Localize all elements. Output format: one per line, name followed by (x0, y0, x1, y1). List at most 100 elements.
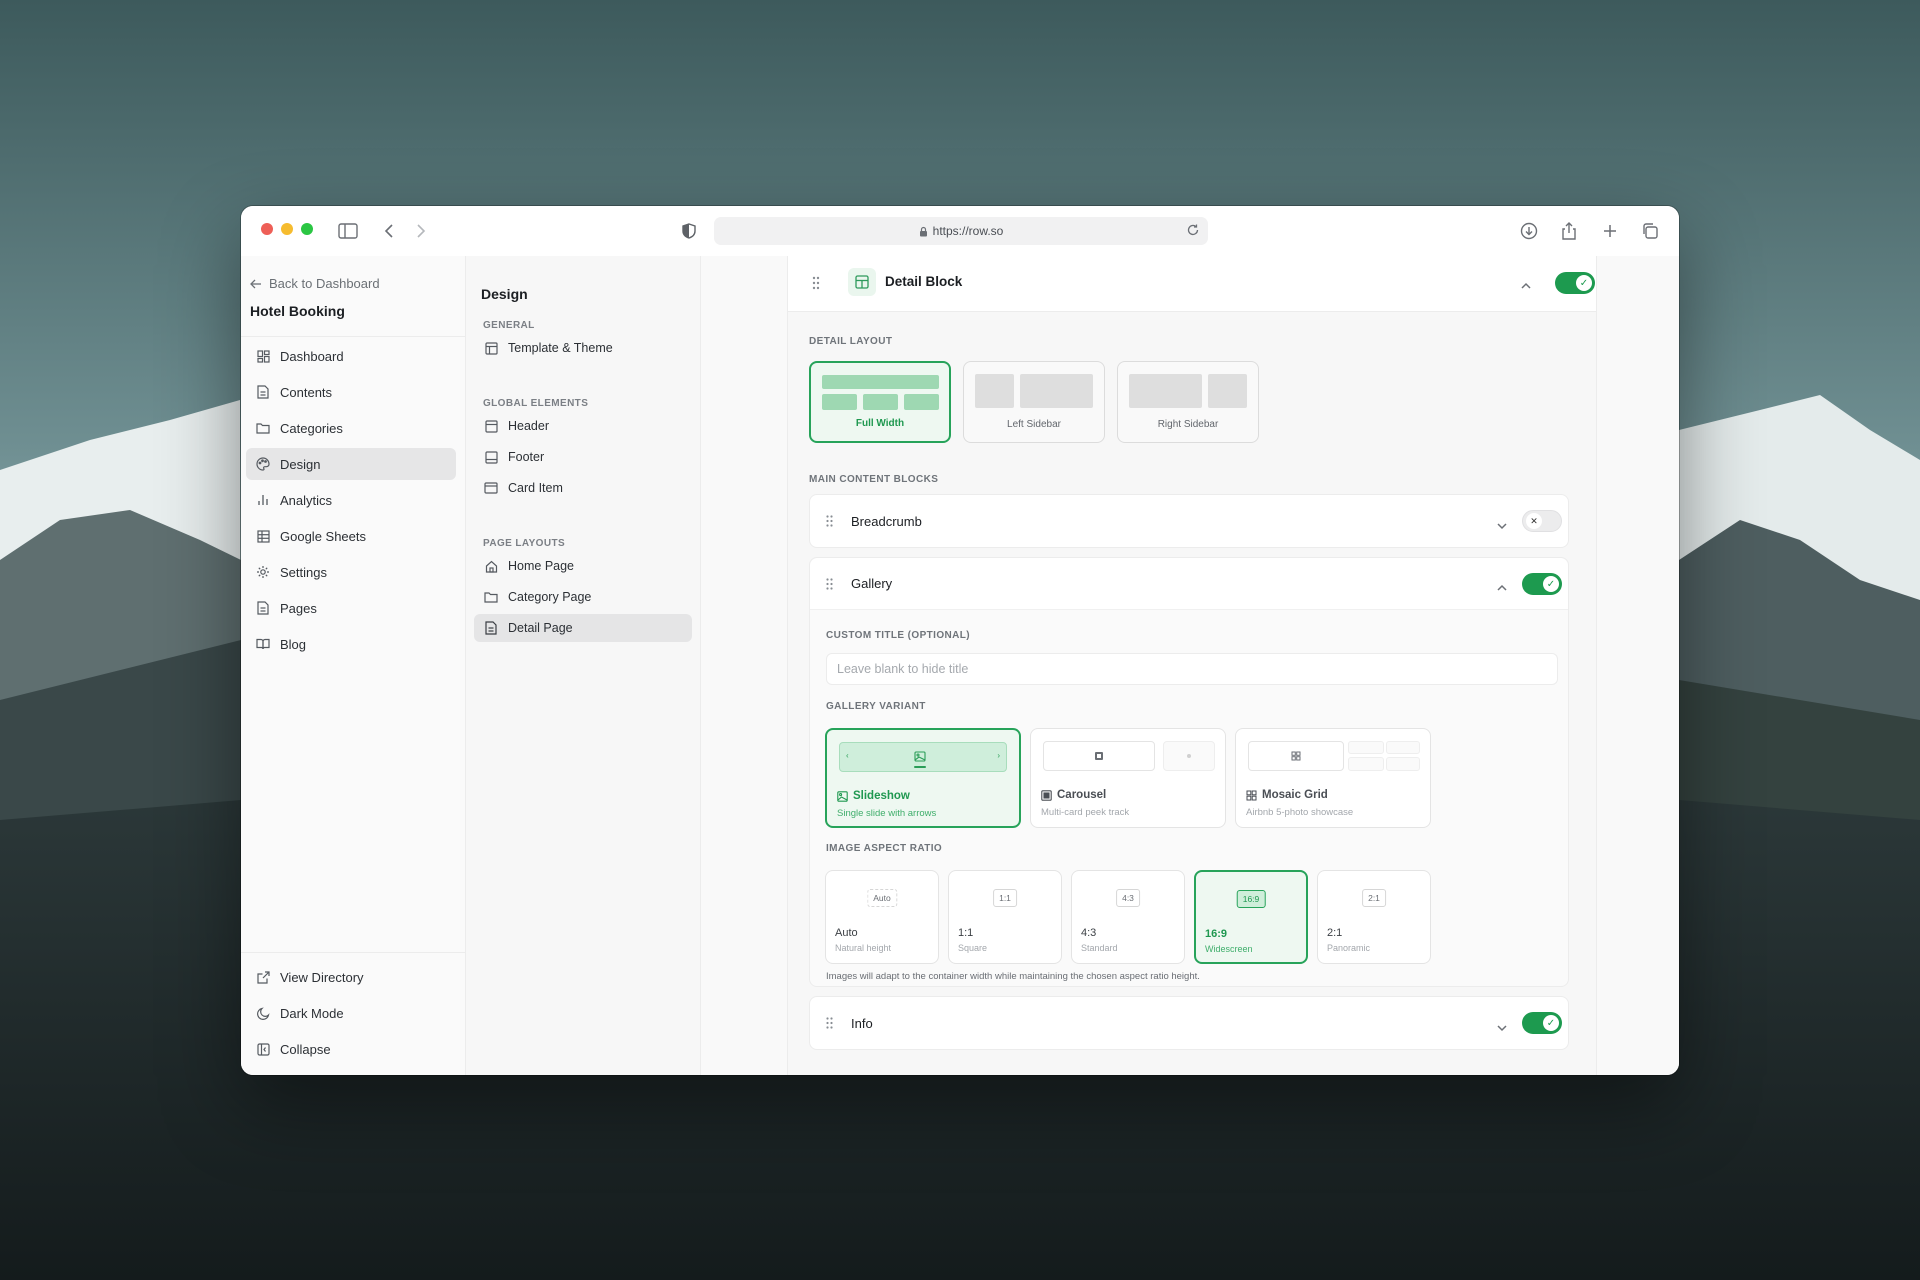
dashboard-icon (256, 349, 270, 363)
drag-handle-icon[interactable] (826, 578, 833, 590)
main-content: Detail Block ✓ DETAIL LAYOUT Full Width (701, 256, 1679, 1075)
close-window-button[interactable] (261, 223, 273, 235)
sidebar-item-design[interactable]: Design (246, 448, 456, 480)
detail-block-title: Detail Block (885, 274, 963, 289)
ratio-chip: 4:3 (1116, 889, 1140, 907)
chevron-down-icon[interactable] (1496, 1019, 1508, 1037)
sidebar-nav: Dashboard Contents Categories Design Ana… (246, 340, 456, 664)
sidebar-item-google-sheets[interactable]: Google Sheets (246, 520, 456, 552)
view-directory-link[interactable]: View Directory (246, 961, 456, 993)
sidebar-item-settings[interactable]: Settings (246, 556, 456, 588)
reload-icon[interactable] (1186, 223, 1200, 237)
subnav-item-category-page[interactable]: Category Page (474, 583, 692, 611)
ratio-name: 2:1 (1327, 927, 1343, 939)
section-label-global-elements: GLOBAL ELEMENTS (483, 398, 589, 409)
chevron-up-icon[interactable] (1520, 277, 1532, 295)
breadcrumb-toggle[interactable]: ✕ (1522, 510, 1562, 532)
subnav-item-home-page[interactable]: Home Page (474, 552, 692, 580)
gallery-toggle[interactable]: ✓ (1522, 573, 1562, 595)
new-tab-icon[interactable] (1598, 219, 1622, 243)
dark-mode-toggle[interactable]: Dark Mode (246, 997, 456, 1029)
layout-option-label: Right Sidebar (1157, 419, 1219, 430)
image-icon (1095, 752, 1103, 760)
back-to-dashboard-label: Back to Dashboard (269, 276, 380, 291)
tabs-overview-icon[interactable] (1638, 219, 1662, 243)
gallery-block: Gallery ✓ CUSTOM TITLE (OPTIONAL) Leave … (809, 557, 1569, 987)
shield-icon[interactable] (677, 219, 701, 243)
ratio-option-auto[interactable]: Auto Auto Natural height (825, 870, 939, 964)
subnav-item-detail-page[interactable]: Detail Page (474, 614, 692, 642)
ratio-option-1-1[interactable]: 1:1 1:1 Square (948, 870, 1062, 964)
ratio-option-16-9[interactable]: 16:9 16:9 Widescreen (1194, 870, 1308, 964)
browser-window: https://row.so Back to Dashboard Hotel B… (241, 206, 1679, 1075)
mosaic-preview (1248, 741, 1420, 771)
detail-layout-label: DETAIL LAYOUT (809, 336, 893, 347)
minimize-window-button[interactable] (281, 223, 293, 235)
drag-handle-icon[interactable] (826, 1017, 833, 1029)
ratio-name: 1:1 (958, 927, 974, 939)
gallery-block-title: Gallery (851, 576, 893, 591)
subnav-item-header[interactable]: Header (474, 412, 692, 440)
sidebar-item-contents[interactable]: Contents (246, 376, 456, 408)
info-block: Info ✓ (809, 996, 1569, 1050)
drag-handle-icon[interactable] (826, 515, 833, 527)
subnav-item-footer[interactable]: Footer (474, 443, 692, 471)
variant-option-carousel[interactable]: Carousel Multi-card peek track (1030, 728, 1226, 828)
collapse-button[interactable]: Collapse (246, 1033, 456, 1065)
subnav-title: Design (481, 286, 528, 302)
sidebar-item-blog[interactable]: Blog (246, 628, 456, 660)
sidebar-item-label: Contents (280, 384, 333, 400)
carousel-preview (1043, 741, 1215, 771)
grid-icon (1291, 751, 1301, 761)
back-arrow-icon[interactable] (377, 219, 401, 243)
header-icon (484, 419, 498, 433)
info-block-header[interactable]: Info ✓ (810, 997, 1568, 1049)
variant-name: Carousel (1041, 789, 1106, 801)
detail-block-panel: Detail Block ✓ DETAIL LAYOUT Full Width (787, 256, 1597, 1075)
ratio-chip: 2:1 (1362, 889, 1386, 907)
app-body: Back to Dashboard Hotel Booking Dashboar… (241, 256, 1679, 1075)
info-block-title: Info (851, 1015, 873, 1031)
sidebar-item-dashboard[interactable]: Dashboard (246, 340, 456, 372)
ratio-option-2-1[interactable]: 2:1 2:1 Panoramic (1317, 870, 1431, 964)
subnav-item-label: Home Page (508, 559, 575, 573)
sidebar-item-label: Dashboard (280, 348, 344, 364)
breadcrumb-block-header[interactable]: Breadcrumb ✕ (810, 495, 1568, 547)
chevron-down-icon[interactable] (1496, 517, 1508, 535)
browser-toolbar: https://row.so (241, 206, 1679, 256)
share-icon[interactable] (1557, 219, 1581, 243)
layout-icon (484, 341, 498, 355)
chevron-up-icon[interactable] (1496, 579, 1508, 597)
subnav-item-template-theme[interactable]: Template & Theme (474, 334, 692, 362)
detail-block-toggle[interactable]: ✓ (1555, 272, 1595, 294)
slideshow-preview: ‹ › (839, 742, 1007, 772)
ratio-option-4-3[interactable]: 4:3 4:3 Standard (1071, 870, 1185, 964)
gallery-block-header[interactable]: Gallery ✓ (810, 558, 1568, 610)
sidebar-item-pages[interactable]: Pages (246, 592, 456, 624)
sidebar-item-label: Pages (280, 600, 317, 616)
drag-handle-icon[interactable] (812, 276, 820, 290)
sidebar-item-label: Collapse (280, 1041, 331, 1057)
layout-option-full-width[interactable]: Full Width (809, 361, 951, 443)
subnav-item-label: Card Item (508, 481, 563, 495)
table-icon (256, 529, 270, 543)
layout-option-left-sidebar[interactable]: Left Sidebar (963, 361, 1105, 443)
subnav-item-card-item[interactable]: Card Item (474, 474, 692, 502)
sidebar-item-categories[interactable]: Categories (246, 412, 456, 444)
variant-option-mosaic-grid[interactable]: Mosaic Grid Airbnb 5-photo showcase (1235, 728, 1431, 828)
back-to-dashboard-link[interactable]: Back to Dashboard (250, 276, 380, 291)
window-controls (261, 223, 313, 235)
address-bar[interactable]: https://row.so (714, 217, 1208, 245)
check-icon: ✓ (1543, 1015, 1559, 1031)
layout-option-right-sidebar[interactable]: Right Sidebar (1117, 361, 1259, 443)
sidebar-item-label: Categories (280, 420, 343, 436)
maximize-window-button[interactable] (301, 223, 313, 235)
variant-name: Slideshow (837, 790, 910, 802)
sidebar-toggle-icon[interactable] (336, 219, 360, 243)
variant-option-slideshow[interactable]: ‹ › Slideshow Single slide with arrows (825, 728, 1021, 828)
forward-arrow-icon[interactable] (409, 219, 433, 243)
sidebar-item-analytics[interactable]: Analytics (246, 484, 456, 516)
info-toggle[interactable]: ✓ (1522, 1012, 1562, 1034)
custom-title-input[interactable]: Leave blank to hide title (826, 653, 1558, 685)
download-icon[interactable] (1517, 219, 1541, 243)
